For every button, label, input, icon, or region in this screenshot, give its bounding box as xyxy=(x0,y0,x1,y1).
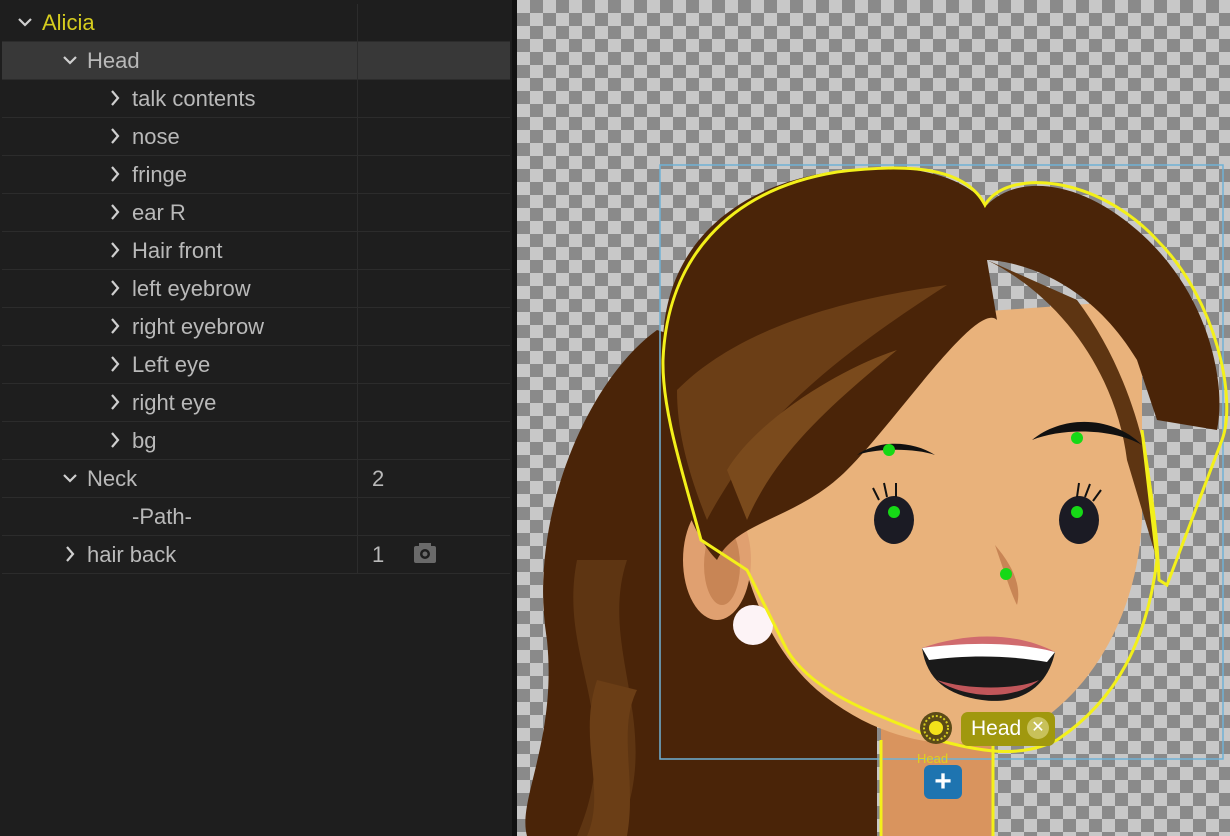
layer-row[interactable]: Left eye xyxy=(2,346,510,384)
column-divider xyxy=(357,270,358,307)
layer-name: fringe xyxy=(132,162,188,187)
layer-name: Left eye xyxy=(132,352,211,377)
layers-panel: Alicia Head talk contents nose fringe ear R Ha… xyxy=(0,0,512,836)
canvas-stage[interactable]: Head ✕ Head + xyxy=(517,0,1230,836)
column-divider xyxy=(357,308,358,345)
layer-row[interactable]: bg xyxy=(2,422,510,460)
layer-name: left eyebrow xyxy=(132,276,251,301)
column-divider xyxy=(357,232,358,269)
chevron-right-icon[interactable] xyxy=(108,241,122,259)
chevron-down-icon[interactable] xyxy=(63,51,77,69)
chevron-right-icon[interactable] xyxy=(108,317,122,335)
column-divider xyxy=(357,118,358,155)
chevron-right-icon[interactable] xyxy=(108,355,122,373)
layer-name: Hair front xyxy=(132,238,223,263)
chevron-right-icon[interactable] xyxy=(108,279,122,297)
layer-name: -Path- xyxy=(132,504,192,529)
layer-name: nose xyxy=(132,124,180,149)
layer-row[interactable]: right eyebrow xyxy=(2,308,510,346)
close-icon[interactable]: ✕ xyxy=(1027,717,1049,739)
layer-row[interactable]: Alicia xyxy=(2,4,510,42)
column-divider xyxy=(357,422,358,459)
layer-row[interactable]: nose xyxy=(2,118,510,156)
handle-dot xyxy=(1071,506,1083,518)
layer-name: Alicia xyxy=(42,10,95,35)
puppet-artwork xyxy=(525,164,1229,836)
column-divider xyxy=(357,42,358,79)
column-divider xyxy=(357,194,358,231)
layer-name: ear R xyxy=(132,200,186,225)
handle-tag-label: Head xyxy=(971,717,1022,740)
chevron-right-icon[interactable] xyxy=(108,203,122,221)
layer-count: 2 xyxy=(372,466,385,491)
column-divider xyxy=(357,498,358,535)
layer-name: Neck xyxy=(87,466,138,491)
right-eye xyxy=(1059,496,1099,544)
layer-name: right eye xyxy=(132,390,217,415)
chevron-down-icon[interactable] xyxy=(18,13,32,31)
chevron-down-icon[interactable] xyxy=(63,469,77,487)
column-divider xyxy=(357,156,358,193)
sun-origin-icon xyxy=(920,712,952,744)
chevron-right-icon[interactable] xyxy=(108,165,122,183)
layer-row[interactable]: hair back 1 xyxy=(2,536,510,574)
plus-icon[interactable]: + xyxy=(924,765,962,799)
handle-label: Head xyxy=(917,751,949,766)
layer-row[interactable]: -Path- xyxy=(2,498,510,536)
layer-row[interactable]: fringe xyxy=(2,156,510,194)
layer-row[interactable]: Hair front xyxy=(2,232,510,270)
column-divider xyxy=(357,4,358,41)
handle-tag[interactable]: Head ✕ xyxy=(961,712,1055,746)
chevron-right-icon[interactable] xyxy=(108,89,122,107)
layer-row[interactable]: right eye xyxy=(2,384,510,422)
left-eye xyxy=(874,496,914,544)
layer-name: Head xyxy=(87,48,140,73)
column-divider xyxy=(357,346,358,383)
column-divider xyxy=(357,80,358,117)
layer-row[interactable]: left eyebrow xyxy=(2,270,510,308)
layer-row[interactable]: ear R xyxy=(2,194,510,232)
layer-row[interactable]: talk contents xyxy=(2,80,510,118)
layer-name: talk contents xyxy=(132,86,256,111)
column-divider xyxy=(357,384,358,421)
camera-icon[interactable] xyxy=(413,541,437,571)
handle-dot xyxy=(883,444,895,456)
layer-name: hair back xyxy=(87,542,177,567)
chevron-right-icon[interactable] xyxy=(108,431,122,449)
layer-row[interactable]: Neck 2 xyxy=(2,460,510,498)
chevron-right-icon[interactable] xyxy=(108,393,122,411)
handle-dot xyxy=(1000,568,1012,580)
layer-count: 1 xyxy=(372,542,385,567)
chevron-right-icon[interactable] xyxy=(108,127,122,145)
column-divider xyxy=(357,460,358,497)
handle-dot xyxy=(888,506,900,518)
layer-name: bg xyxy=(132,428,157,453)
layer-name: right eyebrow xyxy=(132,314,265,339)
column-divider xyxy=(357,536,358,573)
chevron-right-icon[interactable] xyxy=(63,545,77,563)
layer-row[interactable]: Head xyxy=(2,42,510,80)
handle-dot xyxy=(1071,432,1083,444)
